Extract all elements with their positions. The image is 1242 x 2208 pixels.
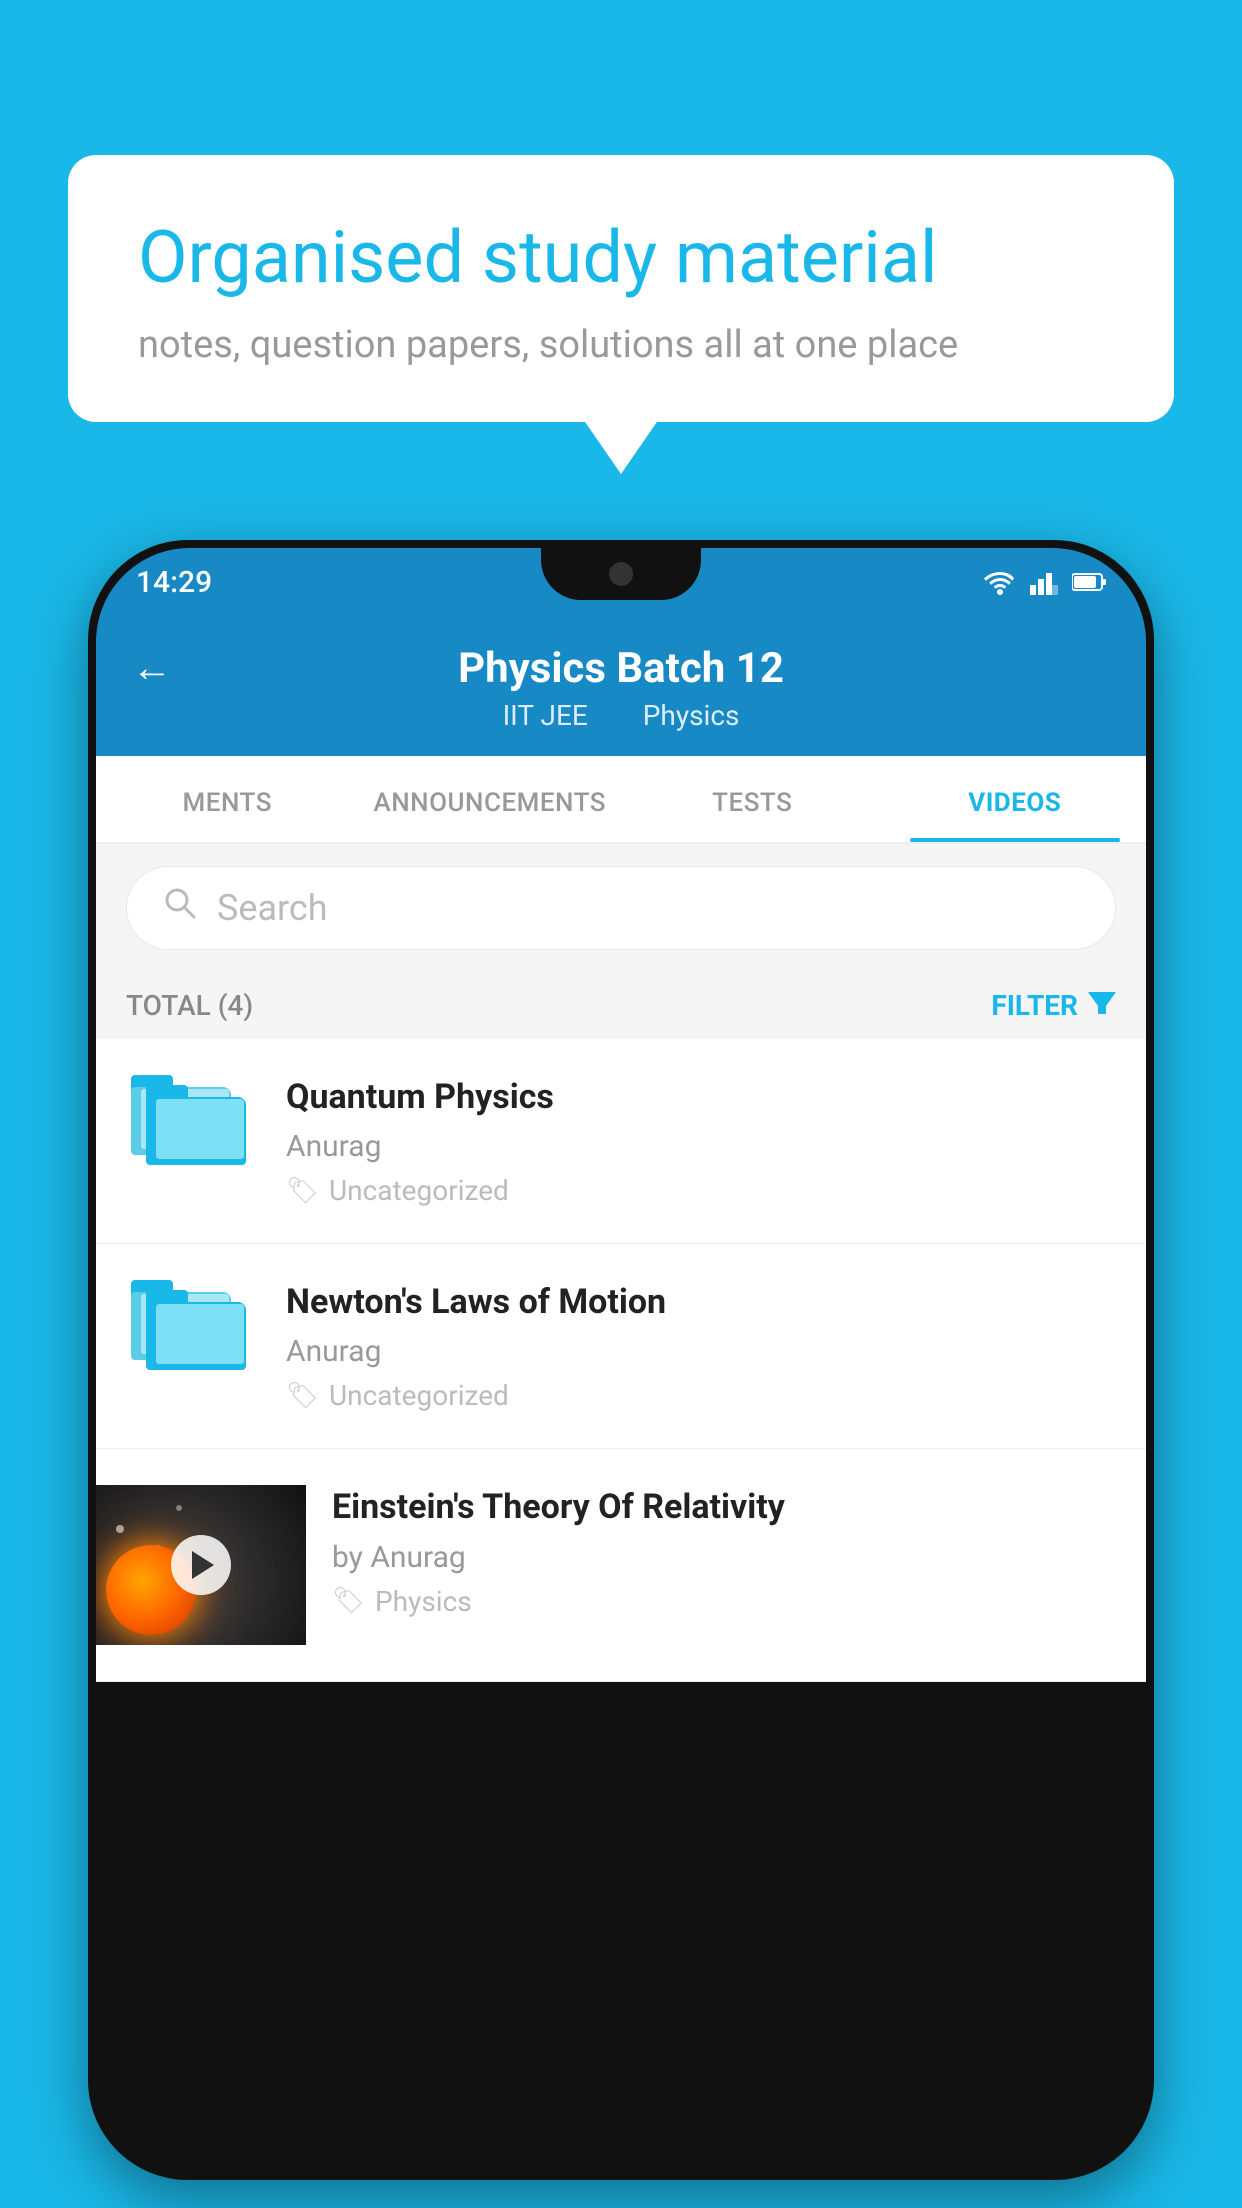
header-title: Physics Batch 12: [458, 644, 784, 693]
video-tag-1: 🏷 Uncategorized: [286, 1174, 1116, 1207]
video-thumb-1: [126, 1075, 256, 1175]
wifi-icon: [984, 569, 1016, 595]
folder-front-icon-2: [146, 1290, 246, 1370]
folder-icon-1: [131, 1075, 251, 1175]
video-thumb-2: [126, 1280, 256, 1380]
tab-ments[interactable]: MENTS: [96, 756, 359, 842]
video-author-2: Anurag: [286, 1334, 1116, 1369]
filter-label: FILTER: [991, 989, 1078, 1022]
video-tag-3: 🏷 Physics: [332, 1585, 1090, 1618]
video-info-1: Quantum Physics Anurag 🏷 Uncategorized: [286, 1075, 1116, 1207]
app-header: ← Physics Batch 12 IIT JEE Physics: [96, 616, 1146, 756]
speech-bubble: Organised study material notes, question…: [68, 155, 1174, 422]
tabs-bar: MENTS ANNOUNCEMENTS TESTS VIDEOS: [96, 756, 1146, 844]
phone-inner: 14:29: [96, 548, 1146, 2172]
tab-videos[interactable]: VIDEOS: [884, 756, 1147, 842]
folder-front-icon: [146, 1085, 246, 1165]
search-placeholder-text: Search: [217, 887, 328, 929]
total-count: TOTAL (4): [126, 989, 253, 1022]
tag-label-1: Uncategorized: [329, 1174, 509, 1207]
bubble-title: Organised study material: [138, 215, 1104, 301]
search-input[interactable]: Search: [126, 866, 1116, 950]
thumb-background: [96, 1485, 306, 1645]
camera-dot: [609, 562, 633, 586]
tab-announcements[interactable]: ANNOUNCEMENTS: [359, 756, 622, 842]
tag-label-3: Physics: [375, 1585, 472, 1618]
filter-bar: TOTAL (4) FILTER: [96, 972, 1146, 1039]
video-item-1[interactable]: Quantum Physics Anurag 🏷 Uncategorized: [96, 1039, 1146, 1244]
filter-button[interactable]: FILTER: [991, 988, 1116, 1023]
tag-icon-1: 🏷: [286, 1176, 319, 1206]
subtitle-iit: IIT JEE: [503, 699, 588, 732]
search-bar-container: Search: [96, 844, 1146, 972]
status-bar: 14:29: [96, 548, 1146, 616]
header-subtitle: IIT JEE Physics: [491, 699, 752, 732]
notch: [541, 548, 701, 600]
video-list: Quantum Physics Anurag 🏷 Uncategorized: [96, 1039, 1146, 1682]
bubble-subtitle: notes, question papers, solutions all at…: [138, 323, 1104, 367]
subtitle-physics: Physics: [643, 699, 740, 732]
signal-icon: [1030, 569, 1058, 595]
video-author-1: Anurag: [286, 1129, 1116, 1164]
video-title-2: Newton's Laws of Motion: [286, 1280, 1116, 1324]
search-icon: [163, 886, 197, 930]
filter-icon: [1088, 988, 1116, 1023]
video-author-3: by Anurag: [332, 1540, 1090, 1575]
play-button-3[interactable]: [171, 1535, 231, 1595]
tag-icon-2: 🏷: [286, 1381, 319, 1411]
back-button[interactable]: ←: [132, 644, 172, 691]
tab-tests[interactable]: TESTS: [621, 756, 884, 842]
video-thumb-3: [96, 1485, 306, 1645]
play-triangle: [192, 1551, 214, 1579]
folder-icon-2: [131, 1280, 251, 1380]
video-title-1: Quantum Physics: [286, 1075, 1116, 1119]
video-title-3: Einstein's Theory Of Relativity: [332, 1485, 1090, 1529]
status-icons: [984, 569, 1106, 595]
status-time: 14:29: [136, 565, 212, 600]
phone-frame: 14:29: [88, 540, 1154, 2180]
video-info-3: Einstein's Theory Of Relativity by Anura…: [332, 1485, 1116, 1617]
battery-icon: [1072, 572, 1106, 592]
video-item-3[interactable]: Einstein's Theory Of Relativity by Anura…: [96, 1449, 1146, 1682]
video-info-2: Newton's Laws of Motion Anurag 🏷 Uncateg…: [286, 1280, 1116, 1412]
video-item-2[interactable]: Newton's Laws of Motion Anurag 🏷 Uncateg…: [96, 1244, 1146, 1449]
tag-icon-3: 🏷: [332, 1586, 365, 1616]
video-tag-2: 🏷 Uncategorized: [286, 1379, 1116, 1412]
tag-label-2: Uncategorized: [329, 1379, 509, 1412]
